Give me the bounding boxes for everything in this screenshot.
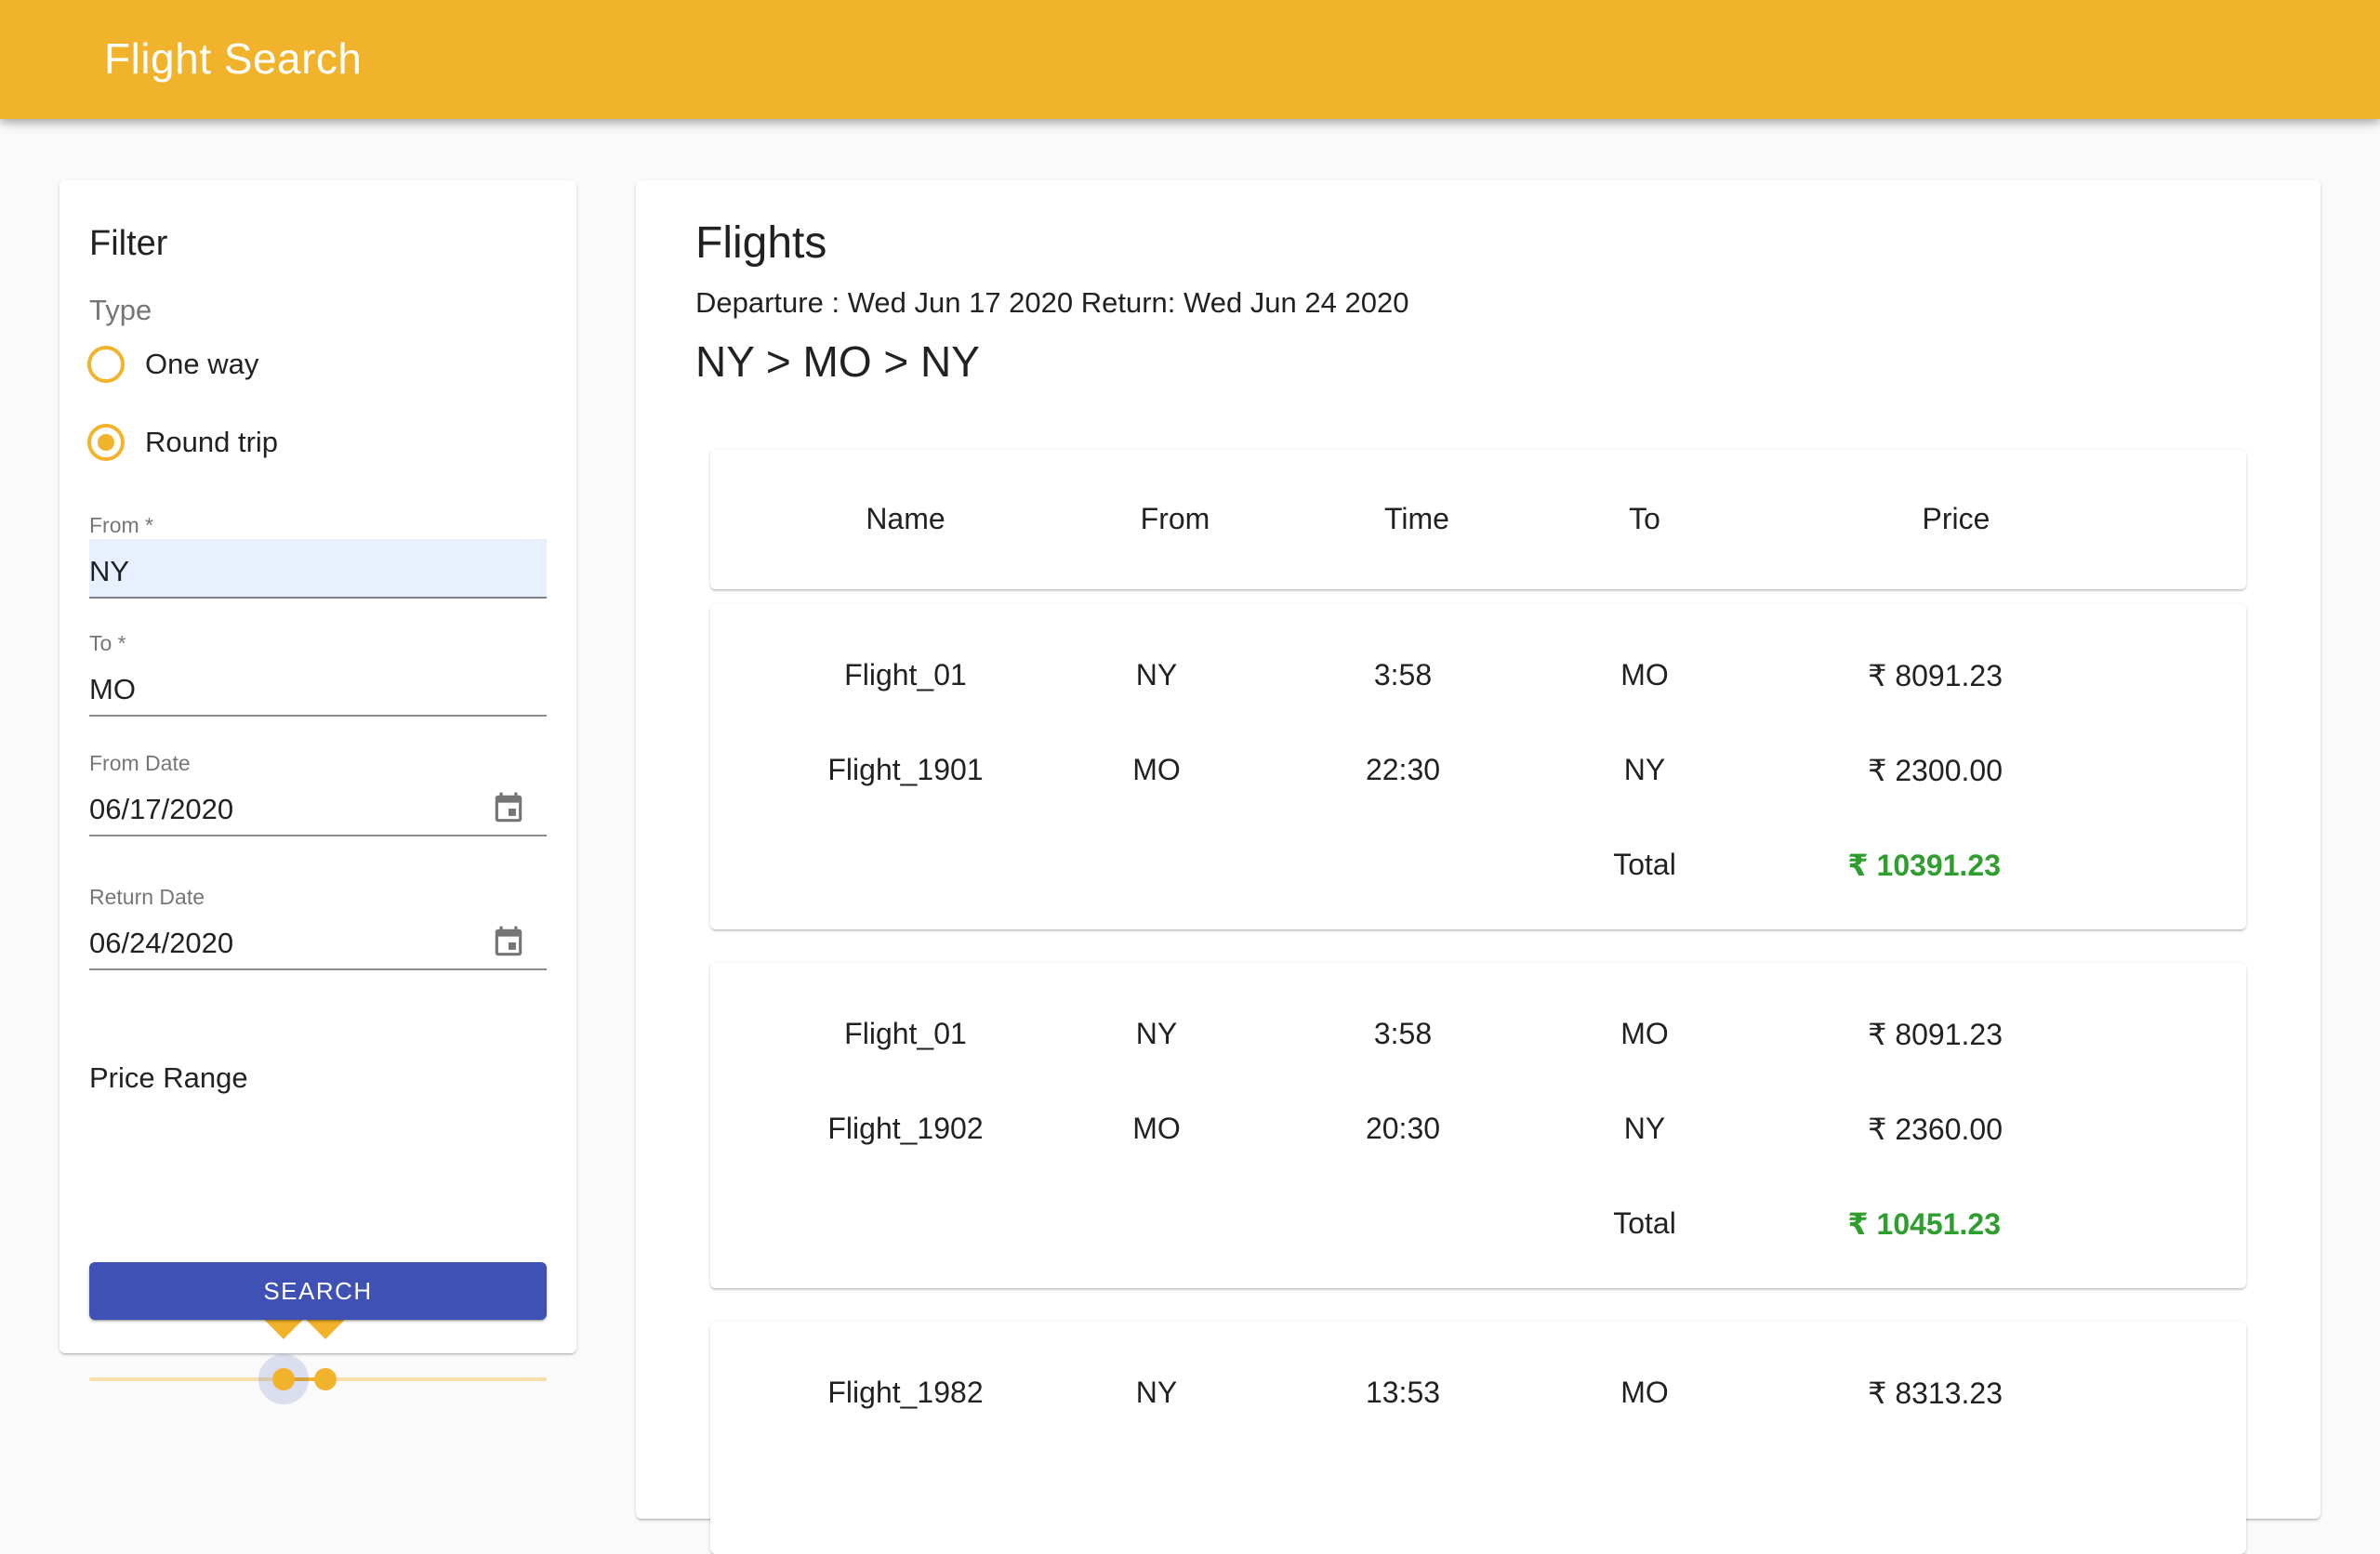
search-button[interactable]: SEARCH xyxy=(89,1262,547,1320)
flight-name: Flight_1901 xyxy=(827,753,984,786)
column-header-price: Price xyxy=(1922,502,1990,535)
type-label: Type xyxy=(89,294,152,326)
radio-round-trip[interactable]: Round trip xyxy=(87,419,278,466)
flight-time: 20:30 xyxy=(1365,1112,1441,1145)
flight-price: ₹ 8091.23 xyxy=(1868,1018,2003,1051)
flight-time: 3:58 xyxy=(1373,1017,1433,1050)
flights-panel: Flights Departure : Wed Jun 17 2020 Retu… xyxy=(636,180,2320,1554)
flight-time: 22:30 xyxy=(1365,753,1441,786)
flight-from: MO xyxy=(1132,753,1181,786)
calendar-icon[interactable] xyxy=(491,924,526,961)
to-field: To * xyxy=(89,629,547,717)
flight-from: MO xyxy=(1132,1112,1181,1145)
total-label: Total xyxy=(1613,1206,1676,1240)
radio-round-trip-label: Round trip xyxy=(145,426,279,458)
flight-to: MO xyxy=(1620,1376,1669,1409)
price-range-slider[interactable]: 8916 10849 xyxy=(89,1258,547,1407)
app-bar: Flight Search xyxy=(0,0,2380,119)
travel-dates: Departure : Wed Jun 17 2020 Return: Wed … xyxy=(695,286,1409,319)
route-summary: NY > MO > NY xyxy=(695,337,980,386)
trip-card[interactable]: Flight_1982 NY 13:53 MO ₹ 8313.23 xyxy=(710,1322,2246,1554)
return-date-input[interactable] xyxy=(89,911,547,970)
from-input[interactable] xyxy=(89,539,547,599)
from-date-label: From Date xyxy=(89,751,191,775)
return-date-field: Return Date xyxy=(89,883,547,970)
to-label: To * xyxy=(89,631,126,655)
table-header: Name From Time To Price xyxy=(710,450,2246,589)
flight-name: Flight_1902 xyxy=(827,1112,984,1145)
radio-one-way-label: One way xyxy=(145,348,259,380)
return-date-label: Return Date xyxy=(89,885,205,909)
flight-to: NY xyxy=(1623,753,1666,786)
price-range-label: Price Range xyxy=(89,1061,248,1094)
radio-one-way-circle[interactable] xyxy=(87,346,125,383)
flight-to: MO xyxy=(1620,658,1669,691)
trip-card[interactable]: Flight_01 NY 3:58 MO ₹ 8091.23 Flight_19… xyxy=(710,963,2246,1288)
flight-time: 13:53 xyxy=(1365,1376,1441,1409)
radio-round-trip-circle[interactable] xyxy=(87,424,125,461)
filter-panel: Filter Type One way Round trip From * To… xyxy=(60,180,576,1390)
radio-one-way[interactable]: One way xyxy=(87,341,258,388)
flight-price: ₹ 8091.23 xyxy=(1868,659,2003,692)
app-title: Flight Search xyxy=(104,34,363,83)
flight-from: NY xyxy=(1135,1376,1178,1409)
flight-from: NY xyxy=(1135,658,1178,691)
flight-price: ₹ 2360.00 xyxy=(1868,1113,2003,1146)
flight-price: ₹ 2300.00 xyxy=(1868,754,2003,787)
from-field: From * xyxy=(89,511,547,599)
flight-to: NY xyxy=(1623,1112,1666,1145)
total-label: Total xyxy=(1613,848,1676,881)
from-date-field: From Date xyxy=(89,749,547,836)
from-label: From * xyxy=(89,513,153,537)
column-header-name: Name xyxy=(866,502,945,535)
flight-name: Flight_01 xyxy=(844,1017,967,1050)
slider-thumb-min[interactable]: 8916 xyxy=(243,1258,324,1390)
flight-to: MO xyxy=(1620,1017,1669,1050)
total-price: ₹ 10451.23 xyxy=(1847,1207,2001,1241)
flight-name: Flight_01 xyxy=(844,658,967,691)
filter-title: Filter xyxy=(89,224,168,263)
to-input[interactable] xyxy=(89,657,547,717)
calendar-icon[interactable] xyxy=(491,790,526,827)
trip-card[interactable]: Flight_01 NY 3:58 MO ₹ 8091.23 Flight_19… xyxy=(710,604,2246,929)
total-price: ₹ 10391.23 xyxy=(1847,849,2001,882)
column-header-from: From xyxy=(1140,502,1210,535)
flight-from: NY xyxy=(1135,1017,1178,1050)
from-date-input[interactable] xyxy=(89,777,547,836)
column-header-time: Time xyxy=(1384,502,1449,535)
slider-thumb-max[interactable]: 10849 xyxy=(284,1258,367,1390)
flight-price: ₹ 8313.23 xyxy=(1868,1376,2003,1410)
flight-name: Flight_1982 xyxy=(827,1376,984,1409)
flights-title: Flights xyxy=(695,218,827,268)
flight-time: 3:58 xyxy=(1373,658,1433,691)
column-header-to: To xyxy=(1629,502,1660,535)
